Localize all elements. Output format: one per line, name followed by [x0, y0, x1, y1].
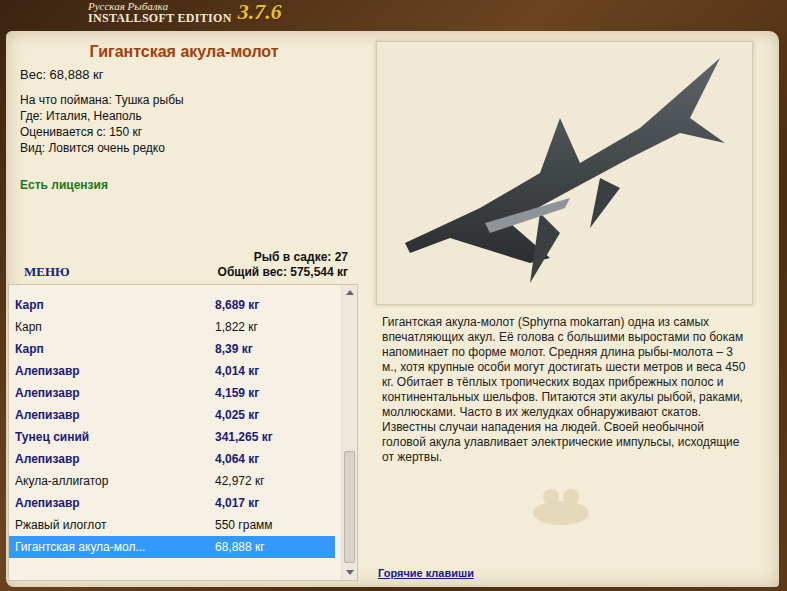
- parchment: Гигантская акула-молот Вес: 68,888 кг На ч…: [6, 31, 779, 587]
- catch-row[interactable]: Тунец синий341,265 кг: [9, 426, 335, 448]
- fish-weight-cell: 68,888 кг: [215, 540, 265, 554]
- catch-row[interactable]: Карп8,39 кг: [9, 338, 335, 360]
- keepnet-summary: Рыб в садке: 27Общий вес: 575,544 кг: [218, 250, 348, 280]
- fish-name: Алепизавр: [15, 452, 215, 466]
- fish-name: Карп: [15, 342, 215, 356]
- catch-row[interactable]: Алепизавр4,025 кг: [9, 404, 335, 426]
- logo-edition: INSTALLSOFT EDITION: [88, 12, 232, 24]
- fish-title: Гигантская акула-молот: [20, 43, 348, 61]
- hotkeys-link[interactable]: Горячие клавиши: [376, 567, 753, 579]
- fish-weight-cell: 1,822 кг: [215, 320, 258, 334]
- catch-row[interactable]: Акула-аллигатор42,972 кг: [9, 470, 335, 492]
- fish-description: Гигантская акула-молот (Sphyrna mokarran…: [376, 315, 753, 465]
- scroll-track[interactable]: [342, 300, 357, 565]
- license-status: Есть лицензия: [20, 178, 348, 192]
- catch-row[interactable]: Ржавый илоглот550 грамм: [9, 514, 335, 536]
- fish-name: Карп: [15, 320, 215, 334]
- scroll-thumb[interactable]: [344, 451, 355, 563]
- catch-row[interactable]: Алепизавр4,159 кг: [9, 382, 335, 404]
- logo-title: Русская Рыбалка: [88, 1, 232, 12]
- scrollbar[interactable]: [341, 285, 357, 580]
- fish-info: Гигантская акула-молот Вес: 68,888 кг На ч…: [8, 31, 358, 284]
- fish-emblem-icon: [526, 483, 596, 529]
- fish-name: Тунец синий: [15, 430, 215, 444]
- fish-name: Алепизавр: [15, 408, 215, 422]
- fish-card-screen: Русская РыбалкаINSTALLSOFT EDITION 3.7.6 Г…: [0, 0, 787, 591]
- catch-list: Карп8,689 кгКарп1,822 кгКарп8,39 кгАлепи…: [8, 284, 358, 581]
- fish-weight: Вес: 68,888 кг: [20, 67, 348, 82]
- fish-weight-cell: 550 грамм: [215, 518, 273, 532]
- fish-name: Гигантская акула-мол...: [15, 540, 215, 554]
- fish-weight-cell: 8,689 кг: [215, 298, 259, 312]
- catch-row[interactable]: Карп1,822 кг: [9, 316, 335, 338]
- game-logo: Русская РыбалкаINSTALLSOFT EDITION: [88, 1, 232, 24]
- catch-row[interactable]: Алепизавр4,064 кг: [9, 448, 335, 470]
- catch-row[interactable]: Алепизавр4,014 кг: [9, 360, 335, 382]
- shark-icon: [390, 48, 740, 298]
- fish-weight-cell: 4,014 кг: [215, 364, 259, 378]
- fish-weight-cell: 4,064 кг: [215, 452, 259, 466]
- right-column: Гигантская акула-молот (Sphyrna mokarran…: [358, 31, 779, 587]
- fish-weight-cell: 4,017 кг: [215, 496, 259, 510]
- scroll-down-icon[interactable]: [342, 565, 357, 580]
- catch-rows: Карп8,689 кгКарп1,822 кгКарп8,39 кгАлепи…: [9, 285, 341, 580]
- keepnet-count: Рыб в садке: 27: [218, 250, 348, 265]
- fish-weight-cell: 4,025 кг: [215, 408, 259, 422]
- header: Русская РыбалкаINSTALLSOFT EDITION 3.7.6: [0, 0, 787, 31]
- scroll-up-icon[interactable]: [342, 285, 357, 300]
- fish-photo: [376, 41, 753, 305]
- fish-weight-cell: 8,39 кг: [215, 342, 253, 356]
- fish-detail: На что поймана: Тушка рыбы: [20, 92, 348, 108]
- fish-name: Алепизавр: [15, 386, 215, 400]
- fish-name: Алепизавр: [15, 496, 215, 510]
- catch-row[interactable]: Гигантская акула-мол...68,888 кг: [9, 536, 335, 558]
- fish-name: Ржавый илоглот: [15, 518, 215, 532]
- keepnet-total: Общий вес: 575,544 кг: [218, 265, 348, 280]
- fish-name: Акула-аллигатор: [15, 474, 215, 488]
- left-column: Гигантская акула-молот Вес: 68,888 кг На ч…: [6, 31, 358, 587]
- fish-detail: Вид: Ловится очень редко: [20, 140, 348, 156]
- fish-weight-cell: 4,159 кг: [215, 386, 259, 400]
- fish-weight-cell: 341,265 кг: [215, 430, 273, 444]
- fish-name: Алепизавр: [15, 364, 215, 378]
- fish-name: Карп: [15, 298, 215, 312]
- fish-detail: Оценивается с: 150 кг: [20, 124, 348, 140]
- fish-weight-cell: 42,972 кг: [215, 474, 265, 488]
- fish-detail: Где: Италия, Неаполь: [20, 108, 348, 124]
- info-footer: МЕНЮ Рыб в садке: 27Общий вес: 575,544 кг: [20, 250, 348, 284]
- catch-row[interactable]: Карп8,689 кг: [9, 294, 335, 316]
- logo-version: 3.7.6: [238, 1, 282, 23]
- catch-row[interactable]: Алепизавр4,017 кг: [9, 492, 335, 514]
- menu-link[interactable]: МЕНЮ: [20, 264, 70, 280]
